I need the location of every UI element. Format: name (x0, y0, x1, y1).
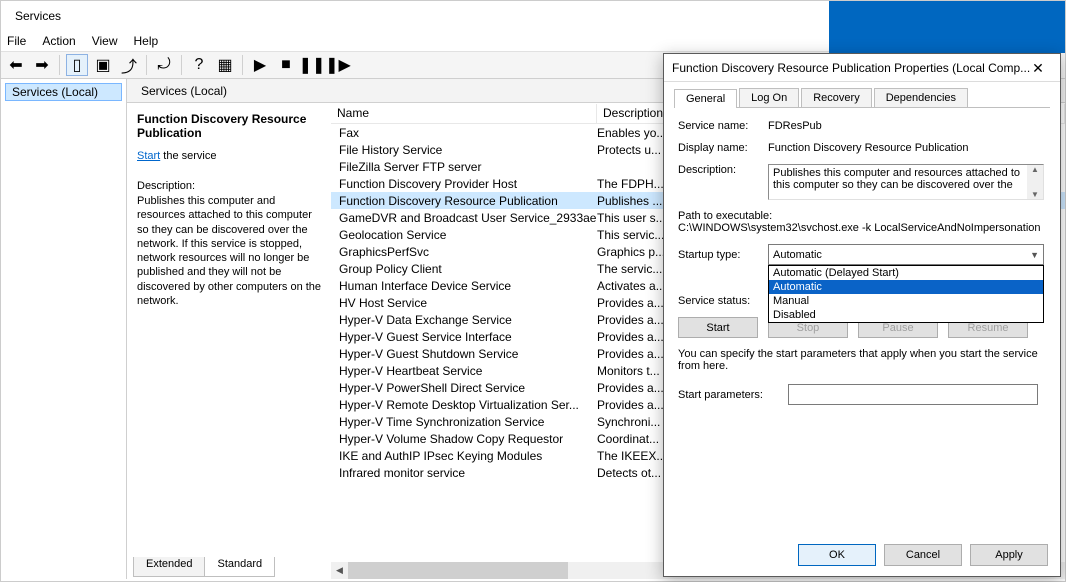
show-hide-tree-button[interactable]: ▯ (66, 54, 88, 76)
column-name[interactable]: Name (331, 104, 597, 123)
service-name: Hyper-V PowerShell Direct Service (339, 381, 525, 395)
service-name: Infrared monitor service (339, 466, 465, 480)
service-name: IKE and AuthIP IPsec Keying Modules (339, 449, 542, 463)
tab-standard[interactable]: Standard (204, 557, 275, 577)
dlg-tab-logon[interactable]: Log On (739, 88, 799, 107)
dialog-close-button[interactable]: ✕ (1016, 54, 1060, 82)
nav-back-button[interactable]: ⬅ (5, 54, 27, 76)
service-name: HV Host Service (339, 296, 427, 310)
dialog-title: Function Discovery Resource Publication … (672, 61, 1030, 75)
service-name: FileZilla Server FTP server (339, 160, 481, 174)
service-name: Geolocation Service (339, 228, 446, 242)
service-name: Hyper-V Data Exchange Service (339, 313, 512, 327)
pause-button[interactable]: ❚❚ (301, 54, 323, 76)
dialog-titlebar: Function Discovery Resource Publication … (664, 54, 1060, 82)
service-name: Hyper-V Volume Shadow Copy Requestor (339, 432, 563, 446)
menu-help[interactable]: Help (134, 34, 159, 48)
service-name: Group Policy Client (339, 262, 442, 276)
stop-button[interactable]: ■ (275, 54, 297, 76)
dd-automatic[interactable]: Automatic (769, 280, 1043, 294)
description-text: Publishes this computer and resources at… (137, 194, 323, 308)
tree-pane: Services (Local) (1, 79, 127, 579)
start-service-link[interactable]: Start (137, 150, 160, 162)
service-name: Hyper-V Guest Shutdown Service (339, 347, 518, 361)
label-startup-type: Startup type: (678, 249, 768, 261)
properties2-button[interactable]: ▦ (214, 54, 236, 76)
nav-forward-button[interactable]: ➡ (31, 54, 53, 76)
scroll-left-button[interactable]: ◀ (331, 562, 348, 579)
menu-bar: File Action View Help (1, 31, 1065, 51)
window-title: Services (15, 9, 61, 23)
value-display-name: Function Discovery Resource Publication (768, 142, 1046, 154)
value-service-name: FDResPub (768, 120, 1046, 132)
dlg-tab-general[interactable]: General (674, 89, 737, 108)
menu-action[interactable]: Action (42, 34, 75, 48)
description-readonly: Publishes this computer and resources at… (768, 164, 1044, 200)
service-name: Hyper-V Time Synchronization Service (339, 415, 544, 429)
menu-file[interactable]: File (7, 34, 26, 48)
dd-auto-delayed[interactable]: Automatic (Delayed Start) (769, 266, 1043, 280)
chevron-down-icon: ▼ (1030, 250, 1039, 260)
main-header-text: Services (Local) (141, 84, 227, 98)
description-pane: Function Discovery Resource Publication … (127, 104, 331, 579)
properties-dialog: Function Discovery Resource Publication … (663, 53, 1061, 577)
service-name: Fax (339, 126, 359, 140)
description-label: Description: (137, 180, 323, 192)
param-hint: You can specify the start parameters tha… (678, 348, 1046, 372)
start-button[interactable]: Start (678, 317, 758, 338)
service-name: File History Service (339, 143, 442, 157)
service-name: Human Interface Device Service (339, 279, 511, 293)
service-name: Function Discovery Resource Publication (339, 194, 558, 208)
tree-node-services-local[interactable]: Services (Local) (5, 83, 122, 101)
label-service-status: Service status: (678, 295, 768, 307)
label-start-parameters: Start parameters: (678, 389, 788, 401)
menu-view[interactable]: View (92, 34, 118, 48)
startup-type-value: Automatic (773, 249, 822, 261)
refresh-button[interactable]: ⤾ (153, 54, 175, 76)
play-button[interactable]: ▶ (249, 54, 271, 76)
desc-scrollbar[interactable]: ▲▼ (1027, 165, 1043, 199)
dd-disabled[interactable]: Disabled (769, 308, 1043, 322)
label-display-name: Display name: (678, 142, 768, 154)
properties-button[interactable]: ▣ (92, 54, 114, 76)
dd-manual[interactable]: Manual (769, 294, 1043, 308)
label-description: Description: (678, 164, 768, 176)
cancel-button[interactable]: Cancel (884, 544, 962, 566)
startup-type-dropdown[interactable]: Automatic (Delayed Start) Automatic Manu… (768, 265, 1044, 323)
export-button[interactable]: ⤴ (118, 54, 140, 76)
help-button[interactable]: ? (188, 54, 210, 76)
tab-extended[interactable]: Extended (133, 557, 205, 577)
scroll-thumb[interactable] (348, 562, 568, 579)
service-name: Hyper-V Heartbeat Service (339, 364, 482, 378)
service-name: Function Discovery Provider Host (339, 177, 517, 191)
startup-type-select[interactable]: Automatic ▼ Automatic (Delayed Start) Au… (768, 244, 1044, 265)
tree-node-label: Services (Local) (12, 85, 98, 99)
start-parameters-input[interactable] (788, 384, 1038, 405)
apply-button[interactable]: Apply (970, 544, 1048, 566)
ok-button[interactable]: OK (798, 544, 876, 566)
label-path: Path to executable: (678, 210, 1046, 222)
service-name: Hyper-V Guest Service Interface (339, 330, 512, 344)
selected-service-title: Function Discovery Resource Publication (137, 112, 323, 140)
value-path: C:\WINDOWS\system32\svchost.exe -k Local… (678, 222, 1046, 234)
service-name: GameDVR and Broadcast User Service_2933a… (339, 211, 596, 225)
service-name: Hyper-V Remote Desktop Virtualization Se… (339, 398, 579, 412)
label-service-name: Service name: (678, 120, 768, 132)
dlg-tab-recovery[interactable]: Recovery (801, 88, 871, 107)
restart-button[interactable]: ❚▶ (327, 54, 349, 76)
dlg-tab-dependencies[interactable]: Dependencies (874, 88, 968, 107)
service-name: GraphicsPerfSvc (339, 245, 429, 259)
